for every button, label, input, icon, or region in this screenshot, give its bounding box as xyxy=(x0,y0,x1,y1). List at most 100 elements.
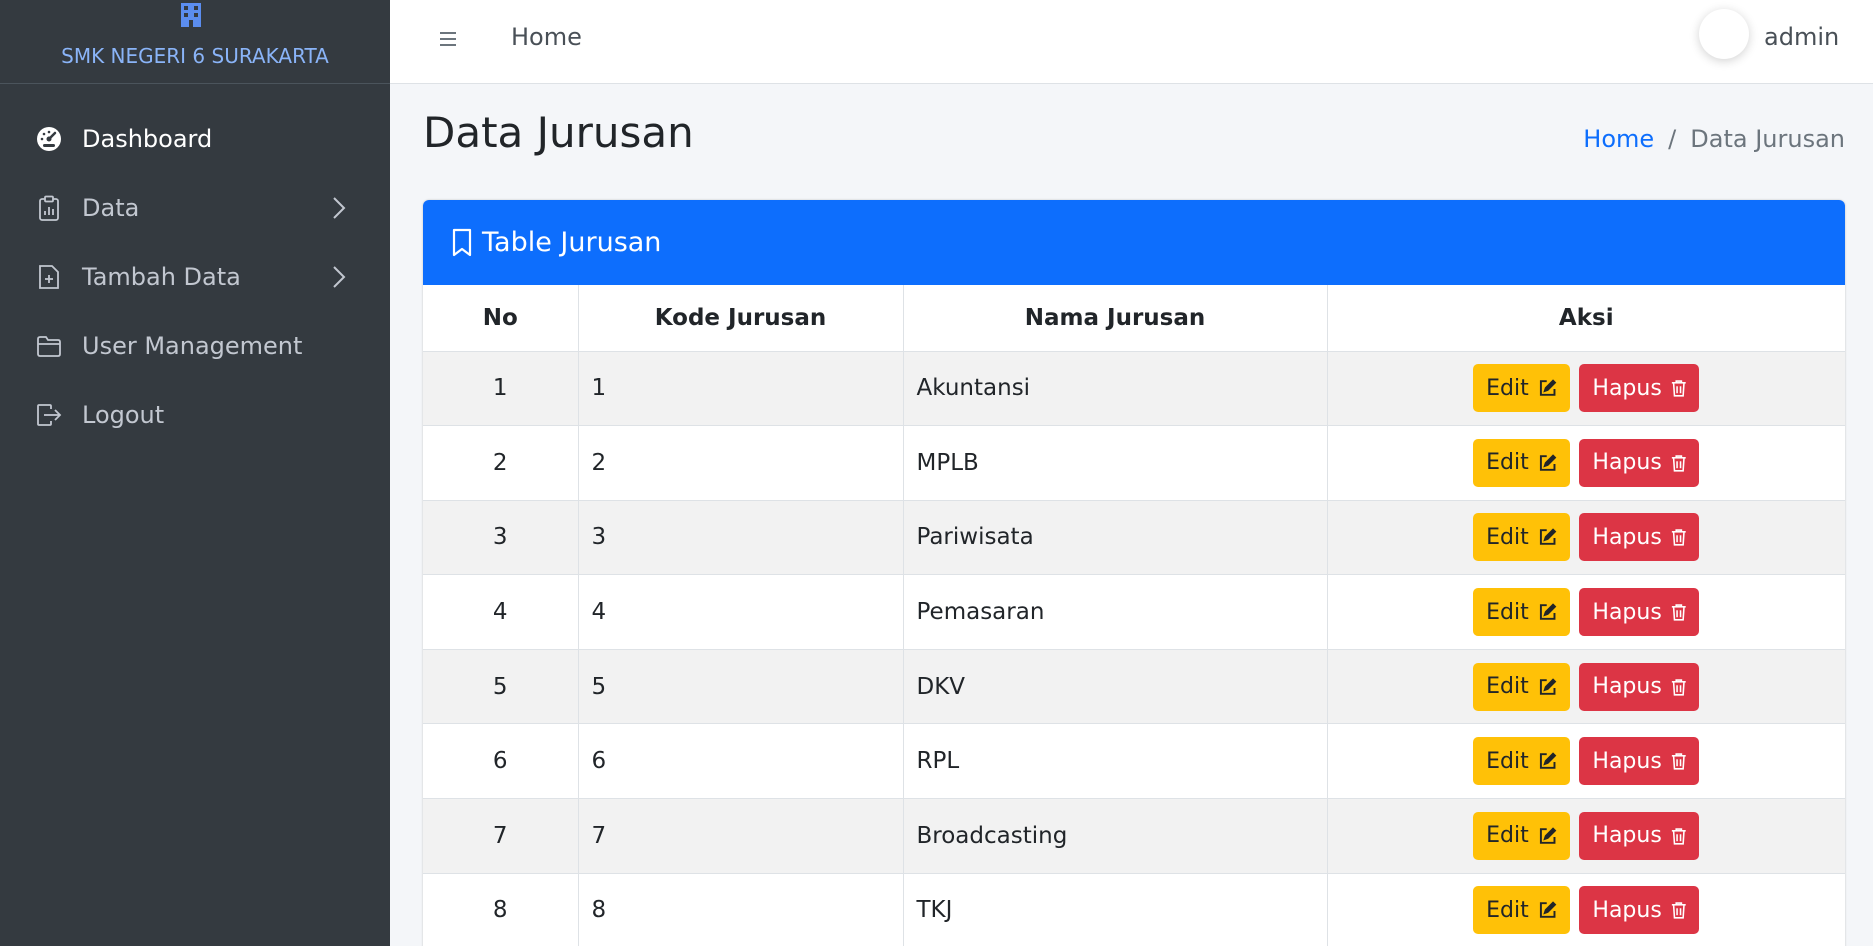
sidebar-item-label: User Management xyxy=(82,331,303,360)
delete-button-label: Hapus xyxy=(1592,375,1662,401)
cell-aksi: Edit Hapus xyxy=(1326,723,1845,800)
edit-button-label: Edit xyxy=(1486,674,1529,700)
cell-kode-jurusan: 1 xyxy=(577,350,904,427)
cell-nama-jurusan: Pemasaran xyxy=(902,574,1328,650)
edit-button-label: Edit xyxy=(1486,599,1529,625)
delete-button-label: Hapus xyxy=(1592,524,1662,550)
edit-button-label: Edit xyxy=(1486,748,1529,774)
topbar: Home admin xyxy=(390,0,1873,84)
avatar[interactable] xyxy=(1699,9,1749,59)
delete-button[interactable]: Hapus xyxy=(1579,513,1700,562)
sidebar-item-label: Tambah Data xyxy=(82,262,241,291)
table-row: 2 2 MPLB Edit Hapus xyxy=(423,425,1845,501)
edit-button[interactable]: Edit xyxy=(1473,438,1571,487)
trash-icon xyxy=(1671,380,1686,397)
delete-button-label: Hapus xyxy=(1592,674,1662,700)
delete-button-label: Hapus xyxy=(1592,823,1662,849)
cell-no: 7 xyxy=(423,798,579,874)
trash-icon xyxy=(1671,604,1686,621)
file-plus-icon xyxy=(36,264,62,290)
delete-button[interactable]: Hapus xyxy=(1579,662,1700,711)
table-row: 7 7 Broadcasting Edit Hapus xyxy=(423,798,1845,874)
sidebar-item-tambah-data[interactable]: Tambah Data xyxy=(0,242,390,311)
table-header-row: No Kode Jurusan Nama Jurusan Aksi xyxy=(423,285,1845,352)
breadcrumb-separator: / xyxy=(1668,125,1677,153)
bookmark-icon xyxy=(452,228,472,256)
trash-icon xyxy=(1671,455,1686,472)
trash-icon xyxy=(1671,529,1686,547)
cell-kode-jurusan: 8 xyxy=(577,872,904,946)
sidebar-item-label: Data xyxy=(82,193,140,222)
clipboard-data-icon xyxy=(36,195,62,221)
cell-kode-jurusan: 6 xyxy=(577,723,904,800)
edit-button[interactable]: Edit xyxy=(1473,588,1571,637)
edit-button[interactable]: Edit xyxy=(1473,364,1571,413)
topbar-home-link[interactable]: Home xyxy=(511,23,582,51)
card-title: Table Jurusan xyxy=(482,227,662,258)
sidebar-item-dashboard[interactable]: Dashboard xyxy=(0,104,390,173)
pencil-square-icon xyxy=(1539,603,1557,620)
edit-button[interactable]: Edit xyxy=(1473,811,1571,860)
cell-nama-jurusan: DKV xyxy=(902,648,1328,725)
column-header-aksi: Aksi xyxy=(1326,285,1845,352)
edit-button-label: Edit xyxy=(1486,450,1529,476)
delete-button[interactable]: Hapus xyxy=(1579,886,1700,935)
sidebar-item-logout[interactable]: Logout xyxy=(0,380,390,449)
table-row: 5 5 DKV Edit Hapus xyxy=(423,648,1845,725)
delete-button[interactable]: Hapus xyxy=(1579,364,1700,413)
table-row: 8 8 TKJ Edit Hapus xyxy=(423,872,1845,946)
delete-button[interactable]: Hapus xyxy=(1579,811,1700,860)
menu-toggle-icon[interactable] xyxy=(437,28,459,50)
cell-aksi: Edit Hapus xyxy=(1326,425,1845,501)
breadcrumb-current: Data Jurusan xyxy=(1690,125,1845,153)
trash-icon xyxy=(1671,828,1686,845)
jurusan-card: Table Jurusan No Kode Jurusan Nama Jurus… xyxy=(423,200,1845,946)
edit-button[interactable]: Edit xyxy=(1473,513,1571,562)
edit-button-label: Edit xyxy=(1486,375,1529,401)
cell-nama-jurusan: TKJ xyxy=(902,872,1328,946)
sidebar-item-label: Logout xyxy=(82,400,165,429)
cell-no: 2 xyxy=(423,425,579,501)
pencil-square-icon xyxy=(1539,454,1557,471)
edit-button[interactable]: Edit xyxy=(1473,886,1571,935)
cell-nama-jurusan: Pariwisata xyxy=(902,499,1328,576)
sidebar: SMK NEGERI 6 SURAKARTA Dashboard Data Ta… xyxy=(0,0,390,946)
delete-button-label: Hapus xyxy=(1592,450,1662,476)
cell-aksi: Edit Hapus xyxy=(1326,648,1845,725)
folder-icon xyxy=(36,333,62,359)
page-title: Data Jurusan xyxy=(423,108,694,157)
breadcrumb-home-link[interactable]: Home xyxy=(1583,125,1654,153)
card-header: Table Jurusan xyxy=(423,200,1845,285)
delete-button-label: Hapus xyxy=(1592,897,1662,923)
speedometer-icon xyxy=(36,126,62,152)
sidebar-item-data[interactable]: Data xyxy=(0,173,390,242)
delete-button-label: Hapus xyxy=(1592,748,1662,774)
cell-no: 3 xyxy=(423,499,579,576)
cell-kode-jurusan: 3 xyxy=(577,499,904,576)
column-header-no: No xyxy=(423,285,579,352)
delete-button-label: Hapus xyxy=(1592,599,1662,625)
delete-button[interactable]: Hapus xyxy=(1579,737,1700,786)
edit-button[interactable]: Edit xyxy=(1473,662,1571,711)
column-header-nama-jurusan: Nama Jurusan xyxy=(902,285,1328,352)
pencil-square-icon xyxy=(1539,752,1557,770)
brand[interactable]: SMK NEGERI 6 SURAKARTA xyxy=(0,0,390,84)
cell-nama-jurusan: Broadcasting xyxy=(902,798,1328,874)
sidebar-item-user-management[interactable]: User Management xyxy=(0,311,390,380)
trash-icon xyxy=(1671,902,1686,920)
cell-no: 8 xyxy=(423,872,579,946)
edit-button[interactable]: Edit xyxy=(1473,737,1571,786)
cell-aksi: Edit Hapus xyxy=(1326,574,1845,650)
delete-button[interactable]: Hapus xyxy=(1579,438,1700,487)
cell-aksi: Edit Hapus xyxy=(1326,350,1845,427)
user-name[interactable]: admin xyxy=(1764,23,1839,51)
column-header-kode-jurusan: Kode Jurusan xyxy=(577,285,904,352)
cell-kode-jurusan: 2 xyxy=(577,425,904,501)
edit-button-label: Edit xyxy=(1486,897,1529,923)
delete-button[interactable]: Hapus xyxy=(1579,588,1700,637)
edit-button-label: Edit xyxy=(1486,823,1529,849)
cell-kode-jurusan: 7 xyxy=(577,798,904,874)
cell-aksi: Edit Hapus xyxy=(1326,798,1845,874)
cell-no: 6 xyxy=(423,723,579,800)
building-icon xyxy=(181,3,201,27)
